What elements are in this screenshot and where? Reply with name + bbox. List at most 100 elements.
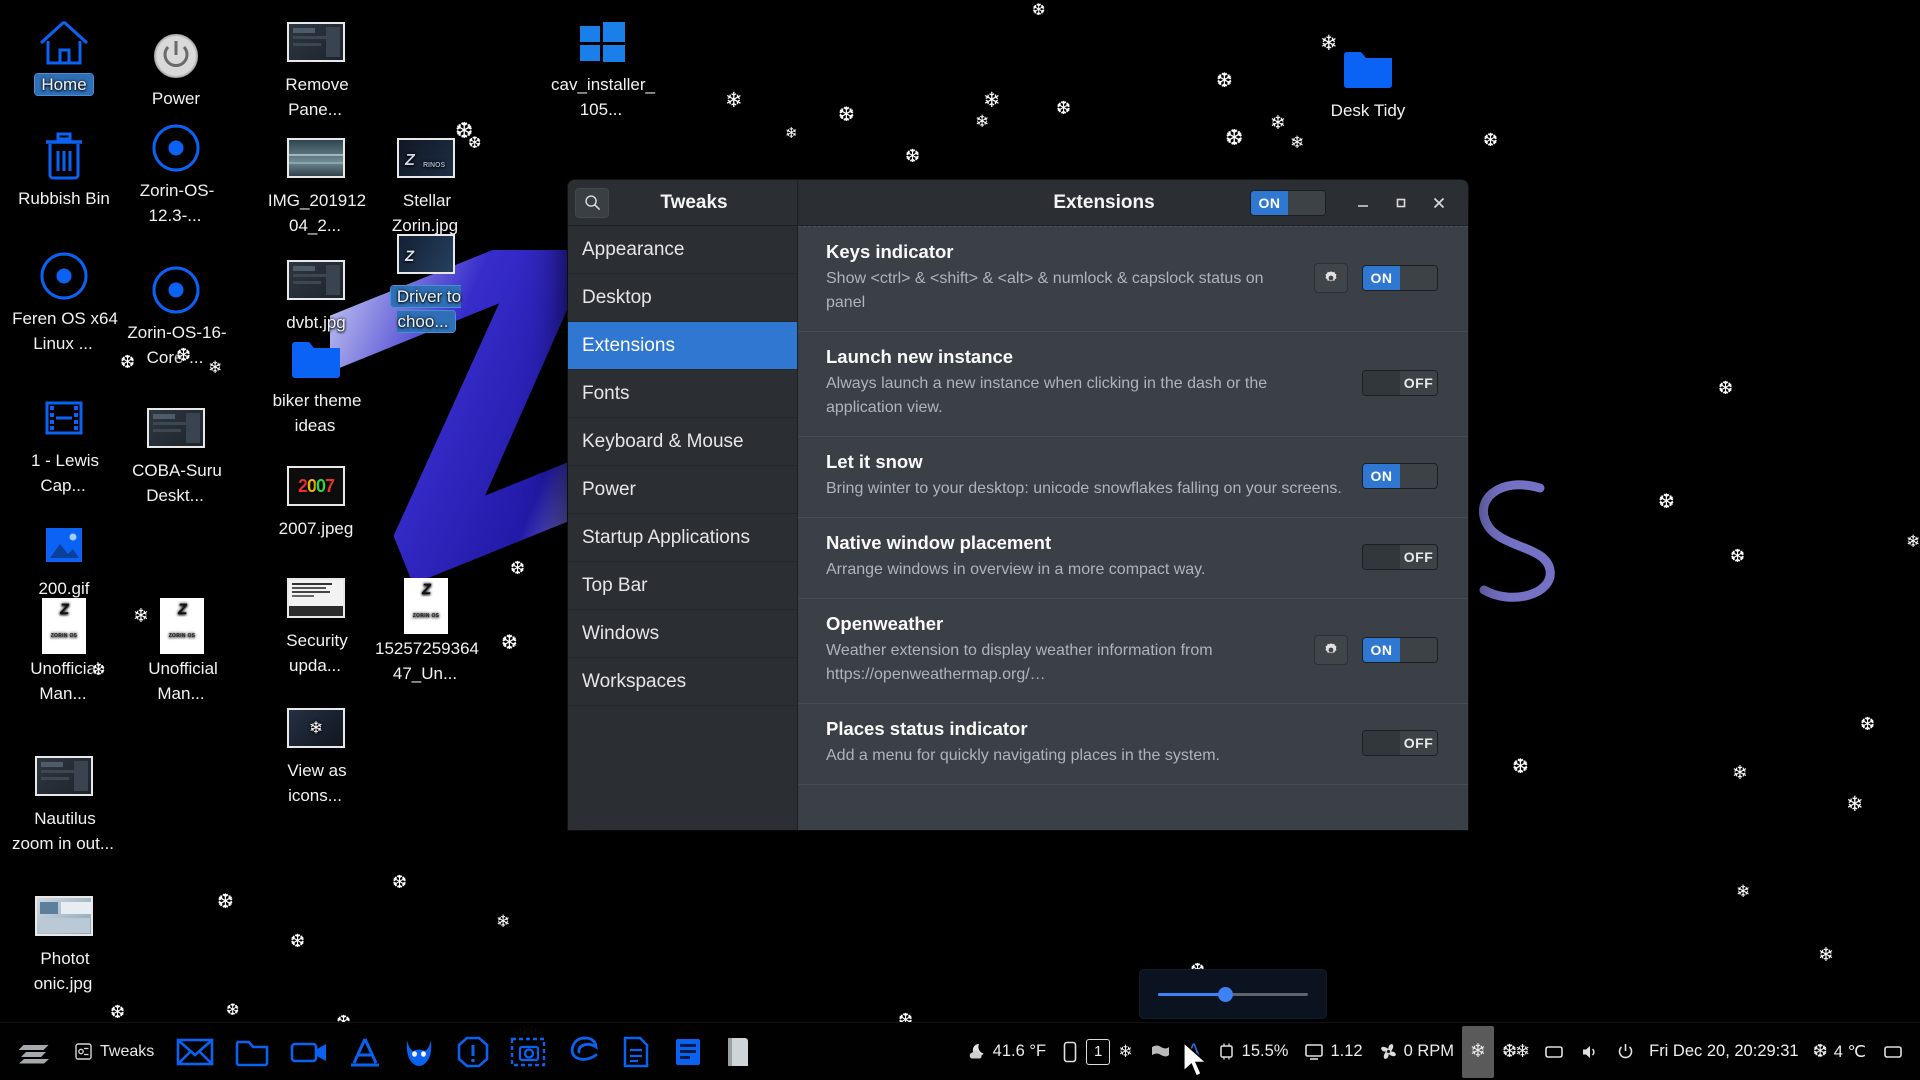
desktop-icon[interactable]: ❄View as icons... <box>262 700 370 808</box>
extension-toggle[interactable]: ON <box>1362 463 1438 489</box>
extension-row[interactable]: Native window placement Arrange windows … <box>798 518 1468 599</box>
flag-icon[interactable] <box>1141 1026 1179 1078</box>
snowflake-icon: ❆ <box>1512 754 1529 779</box>
extensions-list[interactable]: Keys indicator Show <ctrl> & <shift> & <… <box>798 226 1468 830</box>
snow-panel-icon[interactable]: ❄ <box>1462 1026 1494 1078</box>
show-desktop-icon[interactable] <box>1874 1026 1912 1078</box>
extension-row[interactable]: Let it snow Bring winter to your desktop… <box>798 437 1468 518</box>
sidebar-item-extensions[interactable]: Extensions <box>568 322 797 370</box>
font-a-icon[interactable]: A <box>1179 1026 1209 1078</box>
desktop-icon[interactable]: Security upda... <box>262 570 370 678</box>
font-manager-icon[interactable] <box>338 1026 392 1078</box>
extension-row[interactable]: Openweather Weather extension to display… <box>798 599 1468 704</box>
desktop-icon-label: Unofficial Man... <box>146 659 218 703</box>
tweaks-window[interactable]: Tweaks Extensions ON AppearanceDeskt <box>568 180 1468 830</box>
media-library-icon[interactable] <box>662 1026 714 1078</box>
close-icon[interactable] <box>1428 192 1450 214</box>
files-folder-icon[interactable] <box>224 1026 280 1078</box>
volume-icon[interactable] <box>1572 1026 1608 1078</box>
sidebar-item-keyboard-mouse[interactable]: Keyboard & Mouse <box>568 418 797 466</box>
sidebar-item-workspaces[interactable]: Workspaces <box>568 658 797 706</box>
desktop-icon[interactable]: IMG_20191204_2... <box>262 130 370 238</box>
desktop-icon[interactable]: Desk Tidy <box>1314 40 1422 123</box>
temperature-indicator[interactable]: ❆ 4 ℃ <box>1805 1026 1874 1078</box>
desktop-icon[interactable]: Feren OS x64 Linux ... <box>10 248 118 356</box>
book-icon[interactable] <box>714 1026 762 1078</box>
extension-toggle[interactable]: ON <box>1362 637 1438 663</box>
workspace-indicator[interactable]: 1 <box>1086 1039 1110 1065</box>
phone-icon[interactable] <box>1054 1026 1086 1078</box>
desktop-icon[interactable]: 1 - Lewis Cap... <box>10 390 118 498</box>
desktop-icon[interactable]: Nautilus zoom in out... <box>10 748 118 856</box>
sidebar-item-desktop[interactable]: Desktop <box>568 274 797 322</box>
image-icon <box>10 518 118 574</box>
sidebar-item-top-bar[interactable]: Top Bar <box>568 562 797 610</box>
desktop-icon[interactable]: Zorin-OS-16-Core-... <box>122 262 230 370</box>
sidebar-item-fonts[interactable]: Fonts <box>568 370 797 418</box>
sidebar-item-appearance[interactable]: Appearance <box>568 226 797 274</box>
volume-slider-handle[interactable] <box>1218 987 1233 1002</box>
edge-browser-icon[interactable] <box>556 1026 610 1078</box>
gimp-icon[interactable] <box>392 1026 446 1078</box>
sidebar-item-power[interactable]: Power <box>568 466 797 514</box>
video-camera-icon[interactable] <box>280 1026 338 1078</box>
extension-name: Native window placement <box>826 532 1348 554</box>
settings-sidebar[interactable]: AppearanceDesktopExtensionsFontsKeyboard… <box>568 226 798 830</box>
desktop-icon[interactable]: ZZORIN OSUnofficial Man... <box>128 598 236 706</box>
mail-icon[interactable] <box>166 1026 224 1078</box>
desktop-icon[interactable]: 200.gif <box>10 518 118 601</box>
extension-toggle[interactable]: OFF <box>1362 730 1438 756</box>
desktop-icon[interactable]: COBA-Suru Deskt... <box>122 400 230 508</box>
maximize-icon[interactable] <box>1390 192 1412 214</box>
sidebar-item-windows[interactable]: Windows <box>568 610 797 658</box>
desktop-icon[interactable]: Zorin-OS-12.3-... <box>122 120 230 228</box>
disc-icon <box>10 248 118 304</box>
weather-icon[interactable]: 41.6 °F <box>959 1026 1054 1078</box>
desktop-icon[interactable]: Rubbish Bin <box>10 128 118 211</box>
taskbar[interactable]: Tweaks <box>0 1022 1920 1080</box>
desktop-icon[interactable]: ZDriver to choo... <box>372 226 480 334</box>
desktop-icon[interactable]: ZZORIN OS1525725936447_Un... <box>372 578 480 686</box>
system-tray[interactable]: 41.6 °F 1 ❄ A <box>959 1026 1920 1078</box>
volume-slider-popup[interactable] <box>1140 970 1326 1018</box>
extension-toggle[interactable]: OFF <box>1362 370 1438 396</box>
desktop-icon[interactable]: Home <box>10 14 118 97</box>
gear-icon[interactable] <box>1314 635 1348 665</box>
extension-row[interactable]: Keys indicator Show <ctrl> & <shift> & <… <box>798 227 1468 332</box>
minimize-icon[interactable] <box>1352 192 1374 214</box>
cpu-icon[interactable]: 15.5% <box>1209 1026 1297 1078</box>
screenshot-icon[interactable] <box>500 1026 556 1078</box>
extension-row[interactable]: Launch new instance Always launch a new … <box>798 332 1468 437</box>
extension-toggle[interactable]: OFF <box>1362 544 1438 570</box>
desktop-icon[interactable]: Power <box>122 28 230 111</box>
window-controls[interactable] <box>1352 192 1450 214</box>
power-icon[interactable] <box>1608 1026 1643 1078</box>
desktop-icon[interactable]: cav_installer_105... <box>548 14 656 122</box>
desktop-icon[interactable]: 20072007.jpeg <box>262 458 370 541</box>
text-editor-icon[interactable] <box>610 1026 662 1078</box>
desktop-icon[interactable]: Photot onic.jpg <box>10 888 118 996</box>
desktop-icon[interactable]: ZRINOSStellar Zorin.jpg <box>372 130 480 238</box>
clock[interactable]: Fri Dec 20, 20:29:31 <box>1643 1042 1805 1061</box>
extensions-master-toggle[interactable]: ON <box>1250 190 1326 216</box>
window-titlebar[interactable]: Tweaks Extensions ON <box>568 180 1468 226</box>
search-icon[interactable] <box>575 188 609 218</box>
sidebar-item-startup-applications[interactable]: Startup Applications <box>568 514 797 562</box>
monitor-load-icon[interactable]: 1.12 <box>1296 1026 1370 1078</box>
fan-icon[interactable]: 0 RPM <box>1371 1026 1462 1078</box>
snowflake-tray-icon[interactable]: ❄ <box>1110 1026 1140 1078</box>
desktop-icon[interactable]: dvbt.jpg <box>262 252 370 335</box>
taskbar-launchers[interactable]: Tweaks <box>0 1026 762 1078</box>
display-icon[interactable] <box>1536 1026 1572 1078</box>
extension-row[interactable]: Places status indicator Add a menu for q… <box>798 704 1468 785</box>
gear-icon[interactable] <box>1314 263 1348 293</box>
extension-toggle[interactable]: ON <box>1362 265 1438 291</box>
desktop-icon[interactable]: Remove Pane... <box>262 14 370 122</box>
zorin-menu-icon[interactable] <box>10 1026 62 1078</box>
desktop-icon[interactable]: biker theme ideas <box>262 330 370 438</box>
snow-pair-icon[interactable]: ❆❄ <box>1494 1026 1536 1078</box>
window-button-tweaks[interactable]: Tweaks <box>62 1035 166 1069</box>
desktop-icon[interactable]: ZZORIN OSUnofficial Man... <box>10 598 118 706</box>
warning-octagon-icon[interactable] <box>446 1026 500 1078</box>
volume-slider-track[interactable] <box>1158 993 1308 996</box>
